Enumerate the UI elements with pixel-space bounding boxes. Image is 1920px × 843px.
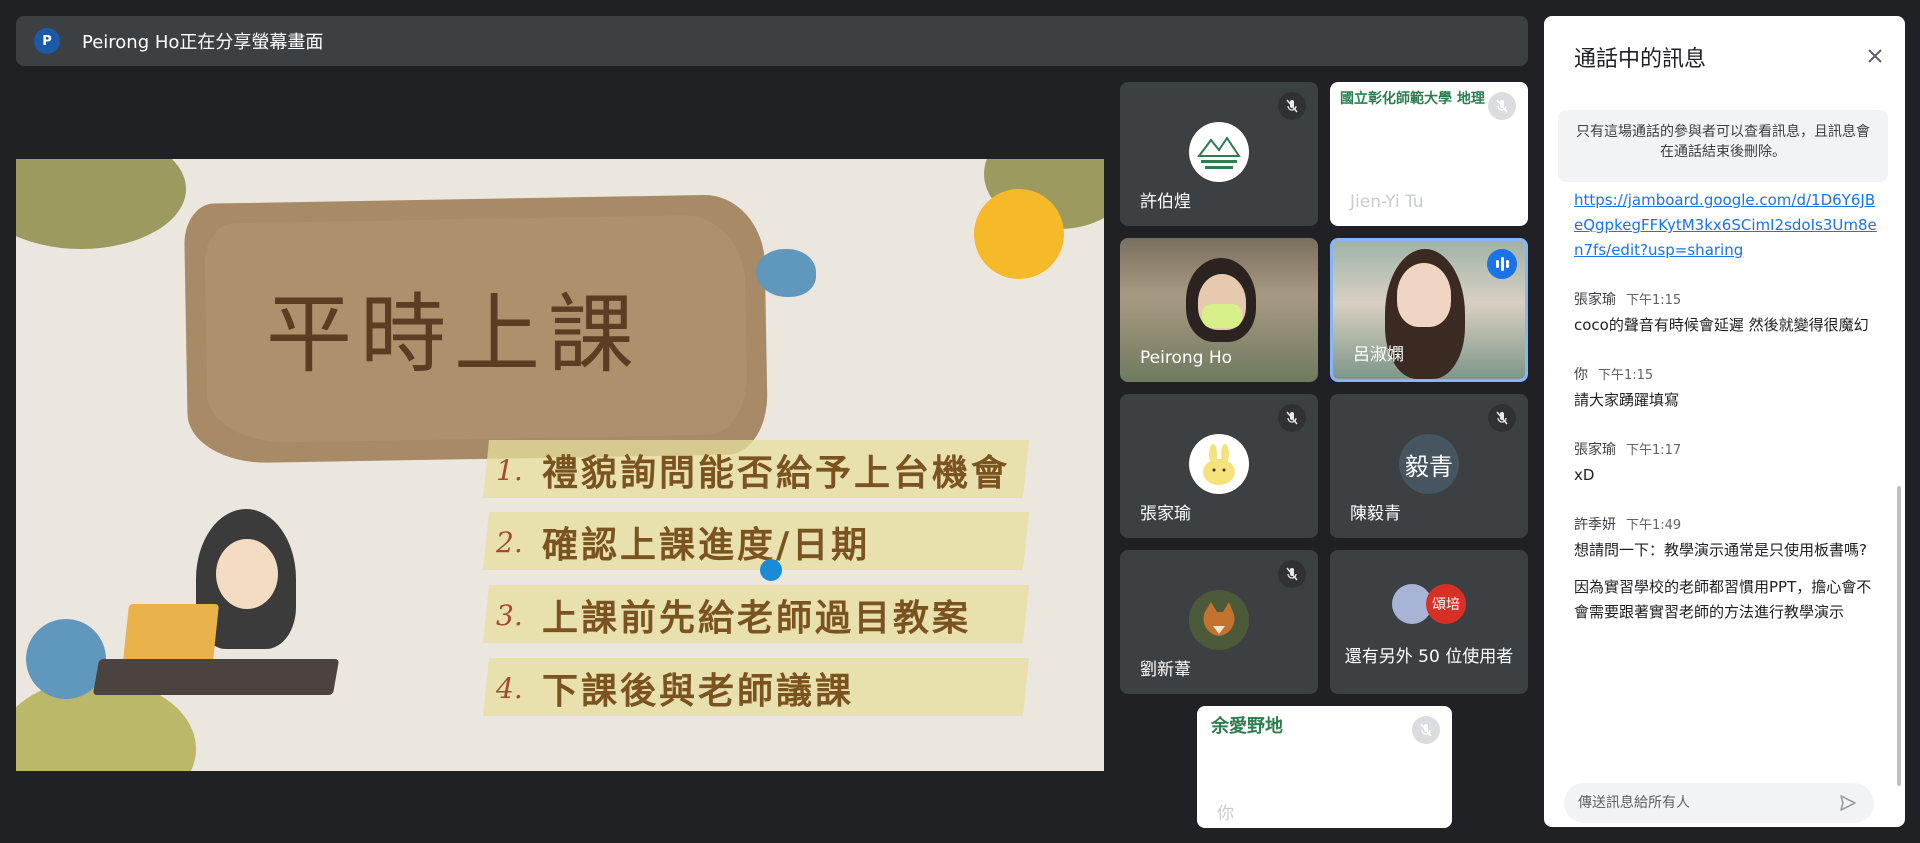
avatar: 頌培 [1426,584,1466,624]
message-time: 下午1:17 [1626,443,1682,458]
message-time: 下午1:15 [1626,293,1682,308]
participant-name: 你 [1217,804,1234,824]
participant-tile[interactable]: 劉新葦 [1120,550,1318,694]
message-time: 下午1:15 [1598,368,1654,383]
bird-decoration [756,249,816,297]
presenting-text: Peirong Ho正在分享螢幕畫面 [82,32,324,53]
chat-title: 通話中的訊息 [1574,47,1707,72]
message-text: 想請問一下：教學演示通常是只使用板書嗎? [1574,541,1867,559]
participant-name: 呂淑嫻 [1353,345,1404,365]
sun-decoration [974,189,1064,279]
mic-off-icon [1278,404,1306,432]
presenter-cursor [760,559,782,581]
slide-item: 3. 上課前先給老師過目教案 [482,585,1030,643]
message-text: xD [1574,466,1595,484]
chat-message: 張家瑜 下午1:15 coco的聲音有時候會延遲 然後就變得很魔幻 [1574,289,1880,338]
participant-name: 許伯煌 [1140,192,1191,212]
slide-title: 平時上課 [266,285,642,385]
avatar: 毅青 [1399,434,1459,494]
slide-item: 2. 確認上課進度/日期 [482,512,1030,570]
message-compose[interactable] [1564,783,1874,823]
laptop-illustration [122,604,220,662]
presenting-banner: P Peirong Ho正在分享螢幕畫面 [16,16,1528,66]
participant-name: Peirong Ho [1140,348,1232,368]
participant-face [1397,263,1451,327]
slide-item-number: 2. [496,525,523,559]
more-participants-tile[interactable]: 頌培 還有另外 50 位使用者 [1330,550,1528,694]
mic-off-icon [1412,716,1440,744]
face-mask [1202,304,1242,328]
jamboard-link[interactable]: https://jamboard.google.com/d/1D6Y6JBeQg… [1574,188,1880,263]
slide-item-text: 確認上課進度/日期 [542,525,871,566]
message-text: 請大家踴躍填寫 [1574,391,1680,409]
speaking-indicator-icon [1487,249,1517,279]
participant-name: 張家瑜 [1140,504,1191,524]
chat-panel: 通話中的訊息 只有這場通話的參與者可以查看訊息，且訊息會在通話結束後刪除。 ht… [1544,16,1905,827]
background-logo: 余愛野地 [1211,716,1283,737]
message-sender: 你 [1574,367,1588,383]
slide-item-text: 禮貌詢問能否給予上台機會 [542,453,1011,494]
presenter-avatar: P [34,28,60,54]
slide-item-text: 上課前先給老師過目教案 [542,598,972,639]
slide-item: 1. 禮貌詢問能否給予上台機會 [482,440,1030,498]
shared-screen[interactable]: 平時上課 1. 禮貌詢問能否給予上台機會 2. 確認上課進度/日期 3. 上課前… [16,159,1104,771]
chat-scrollbar[interactable] [1897,486,1901,786]
background-logo: 國立彰化師範大學 地理 [1340,91,1485,107]
participant-name: 劉新葦 [1140,660,1191,680]
message-sender: 許季妍 [1574,517,1616,533]
avatar [1189,122,1249,182]
slide-item-number: 3. [496,598,523,632]
desk-illustration [92,659,340,695]
close-icon[interactable] [1861,42,1889,70]
avatar [1189,590,1249,650]
message-text: coco的聲音有時候會延遲 然後就變得很魔幻 [1574,316,1869,334]
message-sender: 張家瑜 [1574,292,1616,308]
chat-message: 張家瑜 下午1:17 xD [1574,439,1880,488]
message-text: 因為實習學校的老師都習慣用PPT，擔心會不會需要跟著實習老師的方法進行教學演示 [1574,578,1872,621]
participant-tile[interactable]: Peirong Ho [1120,238,1318,382]
message-input[interactable] [1578,795,1836,811]
participant-tile[interactable]: 張家瑜 [1120,394,1318,538]
self-tile[interactable]: 余愛野地 你 [1197,706,1452,828]
avatar [1189,434,1249,494]
participant-tile[interactable]: 許伯煌 [1120,82,1318,226]
mic-off-icon [1278,92,1306,120]
slide-item-number: 4. [496,671,523,705]
message-list[interactable]: https://jamboard.google.com/d/1D6Y6JBeQg… [1574,188,1880,625]
participant-tile[interactable]: 呂淑嫻 [1330,238,1528,382]
message-sender: 張家瑜 [1574,442,1616,458]
slide-item-number: 1. [496,453,523,487]
mic-off-icon [1278,560,1306,588]
girl-face-illustration [216,539,278,609]
participant-name: Jien-Yi Tu [1350,192,1424,212]
more-participants-text: 還有另外 50 位使用者 [1344,647,1514,667]
send-icon[interactable] [1836,791,1860,815]
chat-notice: 只有這場通話的參與者可以查看訊息，且訊息會在通話結束後刪除。 [1558,110,1888,182]
mic-off-icon [1488,404,1516,432]
participant-name: 陳毅青 [1350,504,1401,524]
mic-off-icon [1488,92,1516,120]
slide-item: 4. 下課後與老師議課 [482,658,1030,716]
participant-tile[interactable]: 毅青 陳毅青 [1330,394,1528,538]
tree-decoration [16,159,186,249]
participant-tile[interactable]: 國立彰化師範大學 地理 Jien-Yi Tu [1330,82,1528,226]
chat-message: 許季妍 下午1:49 想請問一下：教學演示通常是只使用板書嗎? 因為實習學校的老師… [1574,514,1880,625]
chat-message: 你下午1:15 請大家踴躍填寫 [1574,364,1880,413]
message-time: 下午1:49 [1626,518,1682,533]
slide-item-text: 下課後與老師議課 [542,671,855,712]
